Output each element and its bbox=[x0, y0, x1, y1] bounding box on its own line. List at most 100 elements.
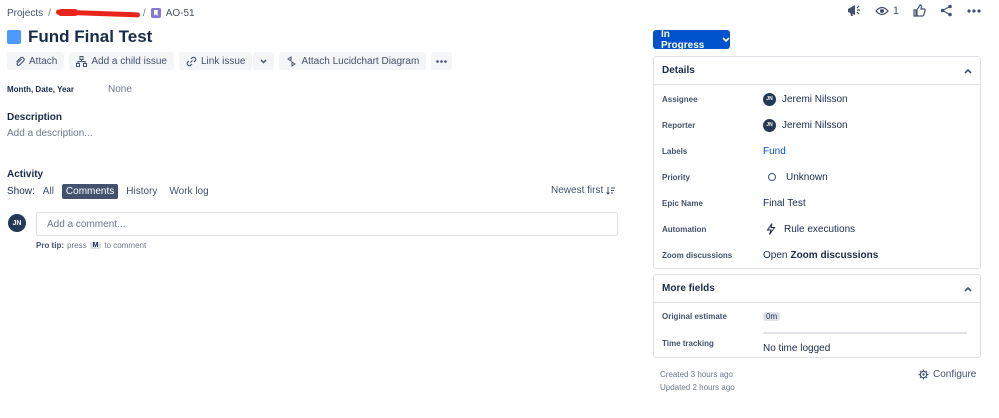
detail-row-zoom: Zoom discussions Open Zoom discussions bbox=[654, 242, 980, 268]
hierarchy-icon bbox=[76, 55, 88, 67]
breadcrumb-projects[interactable]: Projects bbox=[7, 8, 43, 19]
detail-label: Automation bbox=[662, 224, 707, 234]
detail-label: Epic Name bbox=[662, 198, 703, 208]
add-child-issue-button[interactable]: Add a child issue bbox=[69, 52, 174, 70]
assignee-value[interactable]: JN Jeremi Nilsson bbox=[763, 92, 848, 106]
link-issue-label: Link issue bbox=[200, 55, 246, 67]
more-icon bbox=[967, 8, 981, 13]
paperclip-icon bbox=[16, 56, 25, 66]
original-estimate-value[interactable]: 0m bbox=[763, 311, 781, 321]
priority-unknown-icon bbox=[768, 173, 776, 181]
avatar: JN bbox=[763, 118, 776, 132]
zoom-value[interactable]: Open Zoom discussions bbox=[763, 250, 878, 261]
filter-history[interactable]: History bbox=[122, 184, 161, 199]
breadcrumb-issue-key[interactable]: AO-51 bbox=[166, 8, 195, 19]
details-panel-header[interactable]: Details bbox=[654, 57, 980, 85]
lightning-icon bbox=[766, 223, 776, 235]
date-field-label: Month, Date, Year bbox=[7, 85, 74, 94]
label-fund[interactable]: Fund bbox=[763, 146, 786, 157]
lucidchart-icon bbox=[287, 55, 297, 67]
field-label: Original estimate bbox=[662, 311, 727, 321]
reporter-value[interactable]: JN Jeremi Nilsson bbox=[763, 118, 848, 132]
thumbs-up-icon bbox=[913, 4, 926, 17]
filter-work-log[interactable]: Work log bbox=[165, 184, 212, 199]
more-fields-header[interactable]: More fields bbox=[654, 275, 980, 303]
zoom-label: Zoom discussions bbox=[790, 249, 879, 261]
watch-button[interactable]: 1 bbox=[875, 5, 899, 17]
priority-value[interactable]: Unknown bbox=[763, 172, 828, 183]
automation-label: Rule executions bbox=[784, 223, 856, 235]
status-dropdown-button[interactable]: In Progress bbox=[653, 28, 730, 51]
details-heading: Details bbox=[662, 65, 695, 76]
date-field-value[interactable]: None bbox=[108, 84, 132, 95]
detail-row-automation: Automation Rule executions bbox=[654, 216, 980, 242]
keyboard-shortcut: M bbox=[89, 242, 102, 249]
pro-tip: Pro tip: press M to comment bbox=[36, 241, 146, 250]
add-child-label: Add a child issue bbox=[91, 55, 167, 67]
chevron-up-icon bbox=[964, 68, 972, 74]
detail-row-priority: Priority Unknown bbox=[654, 164, 980, 190]
link-issue-dropdown[interactable] bbox=[252, 52, 275, 70]
link-icon bbox=[186, 56, 197, 66]
detail-label: Priority bbox=[662, 172, 691, 182]
detail-label: Assignee bbox=[662, 94, 698, 104]
time-tracking-value[interactable]: No time logged bbox=[763, 343, 830, 354]
issue-title-row: Fund Final Test bbox=[7, 27, 152, 47]
attach-label: Attach bbox=[29, 55, 58, 67]
description-heading: Description bbox=[7, 112, 63, 123]
updated-timestamp: Updated 2 hours ago bbox=[660, 383, 735, 392]
breadcrumb-separator: / bbox=[48, 7, 51, 19]
detail-label: Reporter bbox=[662, 120, 696, 130]
sort-order-button[interactable]: Newest first bbox=[551, 185, 616, 196]
detail-row-labels: Labels Fund bbox=[654, 138, 980, 164]
field-label: Time tracking bbox=[662, 338, 714, 348]
share-icon bbox=[940, 4, 952, 17]
breadcrumb-separator: / bbox=[142, 7, 146, 19]
more-toolbar-button[interactable] bbox=[431, 52, 453, 70]
reporter-name: Jeremi Nilsson bbox=[782, 119, 848, 131]
detail-row-epic-name: Epic Name Final Test bbox=[654, 190, 980, 216]
description-input[interactable]: Add a description... bbox=[7, 128, 93, 139]
link-issue-button[interactable]: Link issue bbox=[178, 52, 253, 70]
attach-lucidchart-button[interactable]: Attach Lucidchart Diagram bbox=[279, 52, 427, 70]
more-actions-button[interactable] bbox=[967, 8, 981, 13]
sort-icon bbox=[606, 187, 616, 195]
watch-count: 1 bbox=[892, 4, 899, 17]
share-button[interactable] bbox=[940, 4, 953, 17]
issue-actions: 1 bbox=[847, 4, 981, 17]
assignee-name: Jeremi Nilsson bbox=[782, 93, 848, 105]
attach-button[interactable]: Attach bbox=[7, 52, 65, 70]
issue-type-icon[interactable] bbox=[7, 30, 21, 44]
activity-filters: Show: All Comments History Work log bbox=[7, 184, 213, 199]
automation-value[interactable]: Rule executions bbox=[763, 223, 855, 235]
priority-label: Unknown bbox=[786, 171, 828, 183]
more-fields-panel: More fields Original estimate 0m Time tr… bbox=[653, 274, 981, 358]
sort-order-label: Newest first bbox=[551, 185, 604, 196]
date-field-row: Month, Date, Year None bbox=[7, 84, 132, 95]
chevron-down-icon bbox=[722, 36, 730, 42]
avatar: JN bbox=[763, 92, 776, 106]
redacted-project-name[interactable] bbox=[55, 8, 140, 18]
epic-name-value[interactable]: Final Test bbox=[763, 198, 806, 209]
vote-button[interactable] bbox=[913, 4, 926, 17]
details-panel: Details Assignee JN Jeremi Nilsson Repor… bbox=[653, 56, 981, 269]
status-label: In Progress bbox=[661, 28, 705, 51]
pro-tip-press: press bbox=[67, 241, 87, 250]
feedback-button[interactable] bbox=[847, 4, 861, 17]
comment-input[interactable]: Add a comment... bbox=[36, 212, 618, 236]
detail-row-reporter: Reporter JN Jeremi Nilsson bbox=[654, 112, 980, 138]
more-icon bbox=[436, 59, 448, 63]
epic-icon bbox=[150, 8, 161, 18]
issue-toolbar: Attach Add a child issue Link issue Atta… bbox=[7, 52, 453, 70]
field-row-time-tracking: Time tracking No time logged bbox=[654, 329, 980, 357]
show-label: Show: bbox=[7, 186, 35, 197]
configure-button[interactable]: Configure bbox=[918, 369, 976, 380]
filter-all[interactable]: All bbox=[39, 184, 58, 199]
avatar: JN bbox=[8, 214, 26, 232]
created-timestamp: Created 3 hours ago bbox=[660, 370, 733, 379]
issue-title[interactable]: Fund Final Test bbox=[28, 27, 152, 47]
filter-comments[interactable]: Comments bbox=[61, 184, 119, 199]
megaphone-icon bbox=[847, 5, 860, 16]
eye-icon bbox=[875, 6, 889, 15]
more-fields-heading: More fields bbox=[662, 283, 715, 294]
